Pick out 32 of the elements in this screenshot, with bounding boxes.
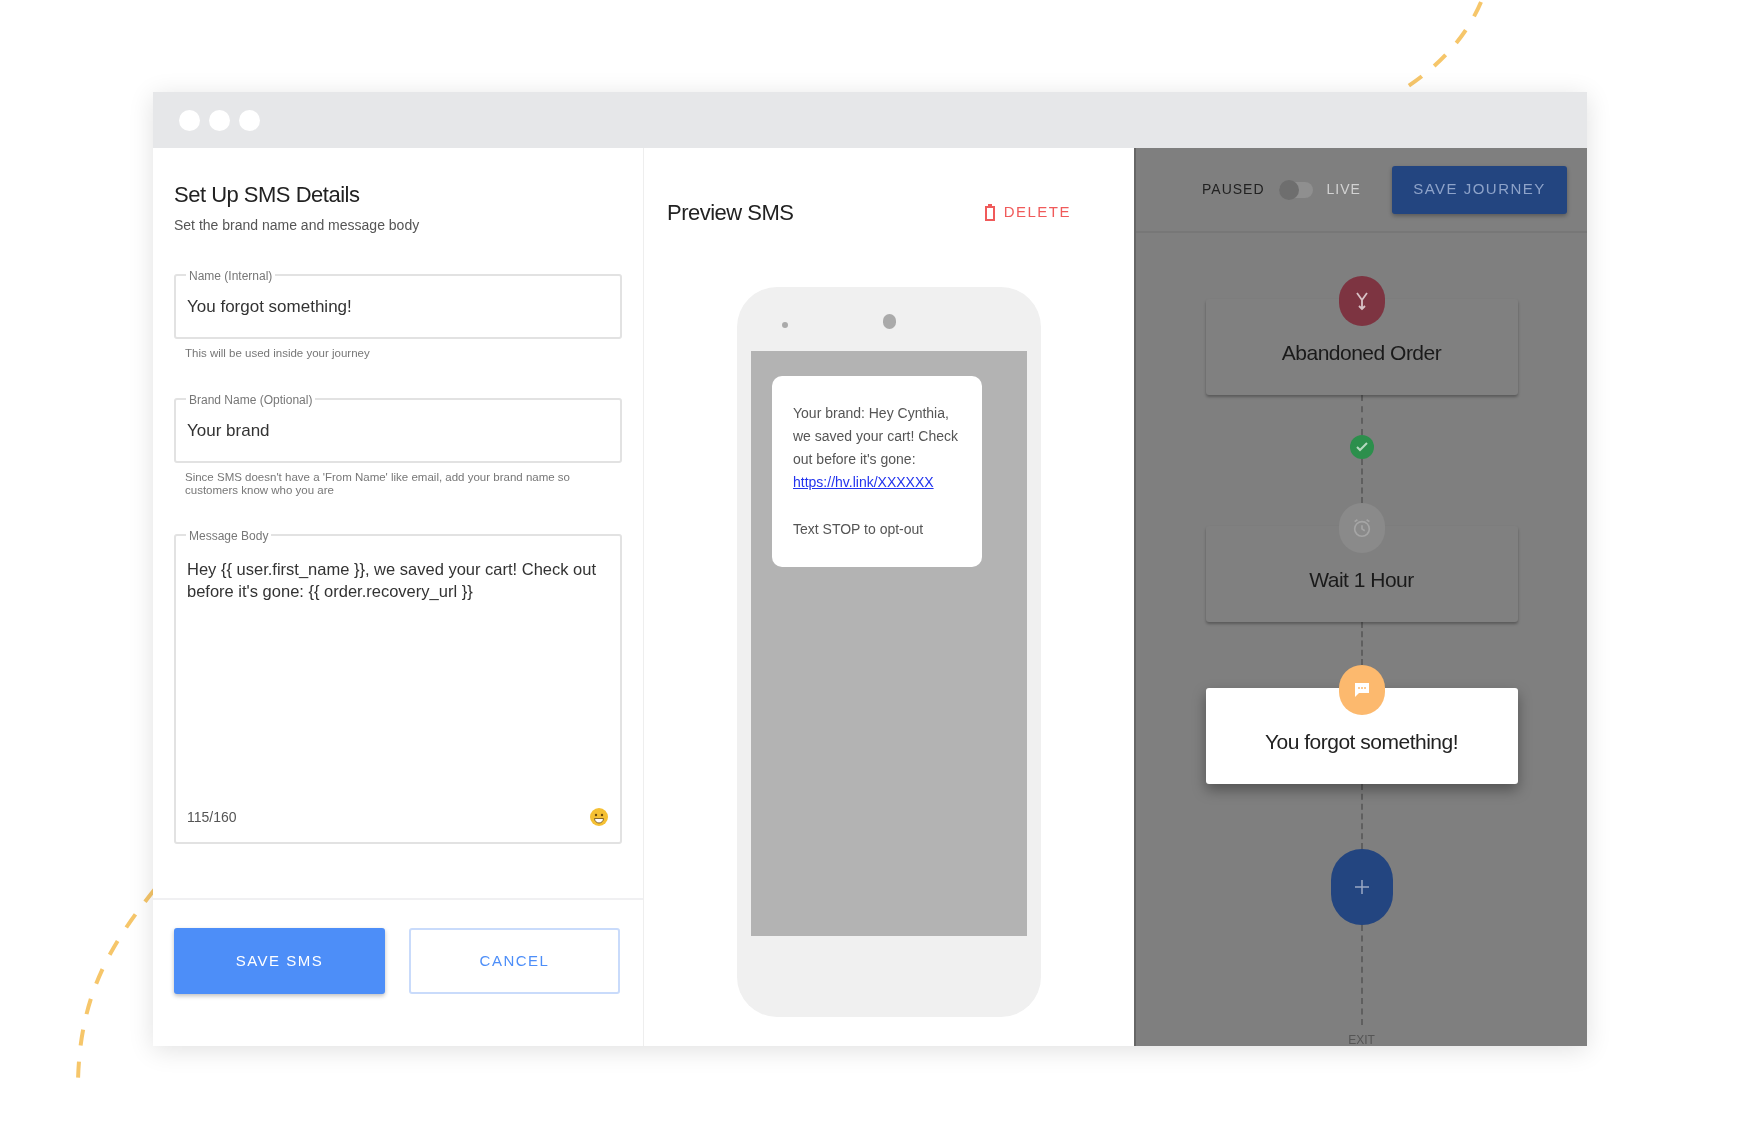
trash-icon [983, 204, 996, 221]
panel-title: Preview SMS [667, 199, 794, 227]
sms-footer: Text STOP to opt-out [793, 518, 961, 541]
save-button[interactable]: SAVE SMS [174, 928, 385, 994]
field-value: Hey {{ user.first_name }}, we saved your cart! Check out before it's gone: {{ order.recovery_url }} [187, 558, 598, 602]
phone-sensor-icon [782, 322, 788, 328]
phone-camera-icon [883, 314, 896, 329]
helper-text: This will be used inside your journey [184, 347, 371, 361]
field-value: You forgot something! [187, 295, 352, 318]
character-counter: 115/160 [187, 807, 237, 827]
journey-node-card[interactable]: Abandoned Order [1205, 299, 1518, 395]
status-label: PAUSED [1202, 180, 1265, 199]
panel-title: Set Up SMS Details [174, 181, 361, 209]
panel-subtitle: Set the brand name and message body [174, 216, 421, 235]
cancel-button[interactable]: CANCEL [409, 928, 620, 994]
helper-text: Since SMS doesn't have a 'From Name' like email, add your brand name so customers know who you are [184, 471, 571, 498]
journey-node-card[interactable]: Wait 1 Hour [1205, 526, 1518, 622]
node-title: Abandoned Order [1281, 340, 1442, 367]
sms-text: Your brand: Hey Cynthia, we saved your cart! Check out before it's gone: [793, 404, 959, 469]
field-value: Your brand [187, 419, 270, 442]
emoji-icon[interactable] [589, 807, 609, 828]
sms-link[interactable]: https://hv.link/XXXXXX [793, 474, 934, 490]
journey-node-card[interactable]: You forgot something! [1205, 688, 1518, 784]
save-journey-button[interactable]: SAVE JOURNEY [1392, 165, 1567, 214]
plus-icon [1353, 879, 1370, 895]
node-title: Wait 1 Hour [1309, 567, 1414, 594]
delete-button[interactable]: DELETE [983, 201, 1071, 224]
node-title: You forgot something! [1265, 729, 1458, 756]
live-toggle[interactable] [1278, 181, 1313, 198]
check-icon [1349, 435, 1374, 459]
status-label: LIVE [1326, 180, 1361, 199]
split-arrow-icon [1353, 291, 1370, 311]
